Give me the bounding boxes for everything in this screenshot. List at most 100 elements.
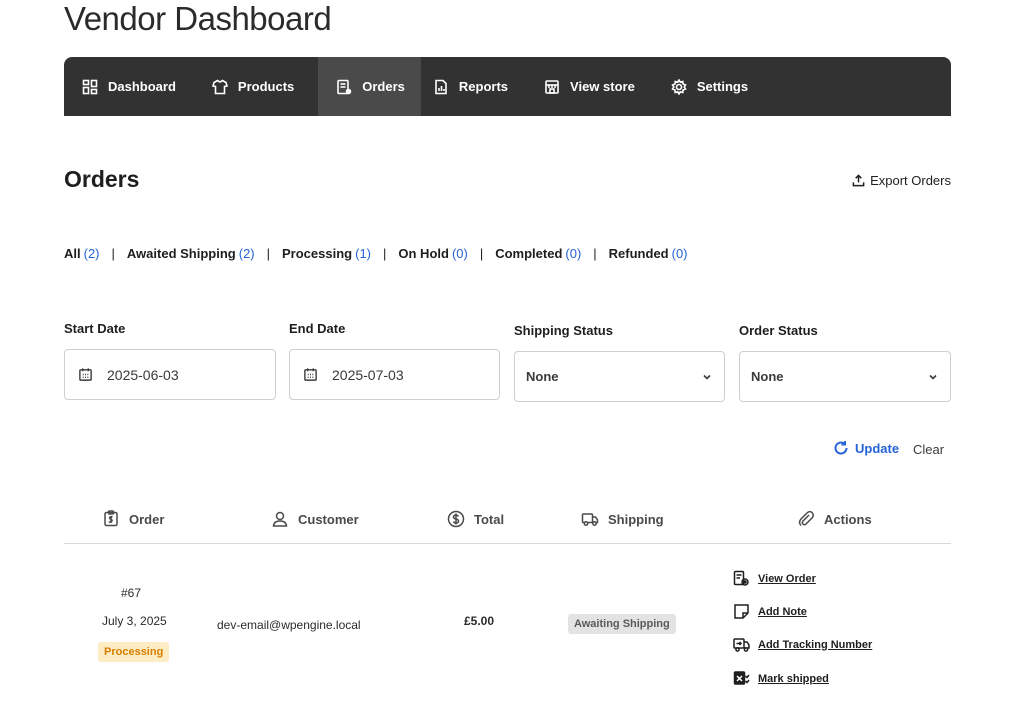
- filter-processing[interactable]: Processing (1): [282, 246, 371, 261]
- update-button[interactable]: Update: [833, 440, 899, 456]
- nav-label: Settings: [696, 79, 749, 94]
- nav-label: Orders: [362, 79, 405, 94]
- column-label: Customer: [298, 511, 359, 527]
- column-label: Total: [474, 511, 505, 527]
- orders-table-header: Order Customer Total Shipping Actions: [64, 504, 951, 544]
- filter-label: Processing: [282, 246, 353, 261]
- nav-label: Products: [237, 79, 295, 94]
- status-filter-bar: All (2) | Awaited Shipping (2) | Processin…: [64, 246, 688, 261]
- chevron-down-icon: [929, 374, 937, 380]
- dollar-circle-icon: [447, 510, 465, 528]
- view-order-link[interactable]: View Order: [733, 570, 816, 587]
- filter-separator: |: [383, 246, 387, 261]
- gear-icon: [671, 78, 687, 95]
- receipt-icon: [104, 510, 118, 527]
- store-icon: [545, 79, 559, 94]
- filter-separator: |: [593, 246, 597, 261]
- tshirt-icon: [211, 79, 228, 94]
- calendar-icon: [304, 368, 317, 381]
- view-order-icon: [733, 570, 749, 586]
- filter-separator: |: [479, 246, 484, 261]
- filter-awaited-shipping[interactable]: Awaited Shipping (2): [127, 246, 255, 261]
- nav-item-view-store[interactable]: View store: [532, 57, 659, 116]
- shipping-status-badge: Awaiting Shipping: [568, 614, 676, 634]
- filter-separator: |: [266, 246, 271, 261]
- nav-label: Dashboard: [108, 79, 176, 94]
- filter-count: (2): [238, 246, 255, 261]
- filter-count: (0): [565, 246, 582, 261]
- note-icon: [734, 604, 749, 619]
- filter-count: (2): [83, 246, 100, 261]
- export-orders-button[interactable]: Export Orders: [852, 173, 951, 188]
- refresh-icon: [834, 441, 848, 455]
- order-id[interactable]: #67: [121, 586, 141, 600]
- update-label: Update: [855, 440, 900, 456]
- export-icon: [852, 174, 865, 187]
- column-label: Shipping: [608, 511, 664, 527]
- nav-item-reports[interactable]: Reports: [421, 57, 532, 116]
- tracking-truck-icon: [733, 638, 750, 652]
- action-label: View Order: [758, 572, 816, 585]
- end-date-label: End Date: [289, 321, 346, 336]
- nav-item-dashboard[interactable]: Dashboard: [70, 57, 200, 116]
- filter-label: Completed: [495, 246, 563, 261]
- order-total: £5.00: [464, 614, 495, 628]
- chevron-down-icon: [703, 374, 711, 380]
- end-date-value: 2025-07-03: [332, 366, 404, 383]
- column-order[interactable]: Order: [102, 510, 164, 528]
- customer-email: dev-email@wpengine.local: [217, 618, 361, 632]
- end-date-input[interactable]: 2025-07-03: [289, 349, 500, 400]
- export-label: Export Orders: [870, 173, 951, 188]
- action-label: Add Note: [758, 605, 807, 618]
- nav-item-products[interactable]: Products: [200, 57, 318, 116]
- add-tracking-number-link[interactable]: Add Tracking Number: [733, 636, 872, 653]
- action-label: Add Tracking Number: [758, 638, 873, 651]
- truck-icon: [581, 513, 599, 526]
- shipping-status-select[interactable]: None: [514, 351, 725, 402]
- start-date-input[interactable]: 2025-06-03: [64, 349, 276, 400]
- order-status-badge: Processing: [98, 642, 170, 662]
- column-shipping[interactable]: Shipping: [581, 510, 664, 528]
- clear-button[interactable]: Clear: [913, 442, 944, 457]
- column-actions[interactable]: Actions: [797, 510, 872, 528]
- calendar-icon: [79, 368, 92, 381]
- filter-on-hold[interactable]: On Hold (0): [398, 246, 467, 261]
- main-navbar: Dashboard Products Orders Reports View s…: [64, 57, 951, 116]
- order-status-value: None: [751, 369, 784, 384]
- filter-separator: |: [111, 246, 115, 261]
- action-label: Mark shipped: [758, 672, 829, 685]
- filter-all[interactable]: All (2): [64, 246, 100, 261]
- column-customer[interactable]: Customer: [271, 510, 359, 528]
- shipping-status-label: Shipping Status: [514, 323, 613, 338]
- nav-label: View store: [570, 79, 635, 94]
- page-title: Vendor Dashboard: [64, 0, 332, 37]
- order-status-label: Order Status: [739, 323, 818, 338]
- filter-label: All: [64, 246, 81, 261]
- report-chart-icon: [435, 79, 447, 94]
- filter-count: (0): [451, 246, 468, 261]
- order-status-select[interactable]: None: [739, 351, 951, 402]
- column-label: Actions: [824, 511, 872, 527]
- order-date: July 3, 2025: [102, 614, 167, 628]
- filter-completed[interactable]: Completed (0): [495, 246, 581, 261]
- nav-item-orders[interactable]: Orders: [318, 57, 421, 116]
- start-date-label: Start Date: [64, 321, 126, 336]
- column-label: Order: [129, 511, 165, 527]
- user-icon: [272, 511, 288, 527]
- start-date-value: 2025-06-03: [107, 366, 179, 383]
- mark-shipped-link[interactable]: Mark shipped: [733, 670, 829, 687]
- filter-label: Awaited Shipping: [126, 246, 236, 261]
- paperclip-icon: [798, 510, 814, 527]
- nav-item-settings[interactable]: Settings: [659, 57, 772, 116]
- orders-list-icon: [337, 79, 352, 94]
- dashboard-grid-icon: [82, 79, 98, 94]
- section-title: Orders: [64, 166, 140, 192]
- filter-count: (1): [355, 246, 371, 261]
- shipping-status-value: None: [526, 369, 559, 384]
- nav-label: Reports: [458, 79, 509, 94]
- add-note-link[interactable]: Add Note: [733, 603, 807, 620]
- filter-refunded[interactable]: Refunded (0): [609, 246, 688, 261]
- column-total[interactable]: Total: [447, 510, 504, 528]
- filter-label: Refunded: [608, 246, 669, 261]
- filter-count: (0): [671, 246, 688, 261]
